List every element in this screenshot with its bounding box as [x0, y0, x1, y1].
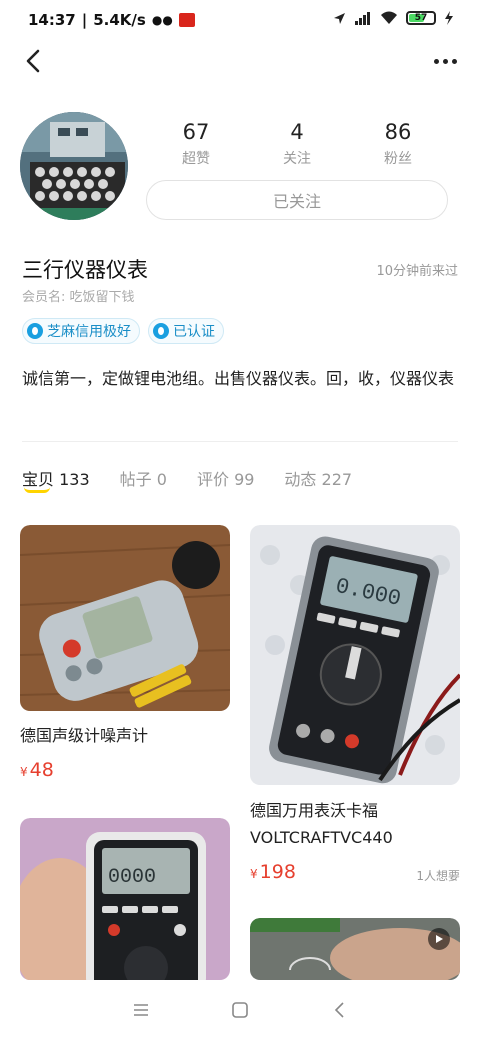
shop-name: 三行仪器仪表	[22, 258, 148, 282]
stat-likes[interactable]: 67 超赞	[146, 120, 246, 168]
chevron-left-icon	[26, 49, 40, 73]
status-net-speed: 5.4K/s	[93, 11, 146, 29]
wants-count: 1人想要	[416, 869, 460, 883]
item-image	[250, 918, 460, 980]
menu-icon	[134, 1004, 148, 1016]
location-icon	[334, 12, 345, 24]
tab-activity[interactable]: 动态 227	[284, 466, 352, 490]
last-visit-text: 10分钟前来过	[376, 264, 458, 279]
tab-bar: 宝贝 133 帖子 0 评价 99 动态 227	[22, 466, 352, 490]
stat-label: 关注	[283, 151, 311, 167]
avatar[interactable]	[20, 112, 128, 220]
system-nav-bar	[0, 980, 480, 1039]
home-square-icon	[232, 1002, 248, 1018]
stat-following[interactable]: 4 关注	[247, 120, 347, 168]
stat-value: 4	[290, 120, 304, 144]
item-card-video[interactable]	[250, 918, 460, 980]
follow-button[interactable]: 已关注	[146, 180, 448, 220]
more-button[interactable]	[430, 46, 460, 76]
more-dots-icon	[433, 58, 439, 64]
tab-posts[interactable]: 帖子 0	[120, 466, 167, 490]
stat-label: 粉丝	[384, 151, 412, 167]
item-image: 0.000	[250, 525, 460, 785]
item-image	[20, 525, 230, 711]
charging-icon	[445, 11, 453, 25]
battery-icon: 57	[406, 11, 436, 25]
item-title: 德国声级计噪声计	[20, 726, 149, 745]
stat-value: 67	[182, 120, 210, 144]
badges: 芝麻信用极好 已认证	[22, 318, 224, 344]
profile-stats: 67 超赞 4 关注 86 粉丝	[146, 120, 448, 168]
top-nav	[0, 40, 480, 84]
status-bar: 14:37 | 5.4K/s ●● 57	[0, 0, 480, 40]
status-time: 14:37	[28, 11, 76, 29]
system-back-button[interactable]	[330, 1000, 350, 1020]
home-button[interactable]	[230, 1000, 250, 1020]
wechat-icon: ●●	[151, 13, 173, 27]
stat-followers[interactable]: 86 粉丝	[348, 120, 448, 168]
item-card-multimeter-vc440[interactable]: 0.000 德国万用表沃卡福VOLTCRAFTVC440 ¥198 1人想要	[250, 525, 460, 883]
battery-level: 57	[414, 13, 428, 23]
verified-icon	[153, 323, 169, 339]
badge-label: 芝麻信用极好	[47, 324, 131, 340]
member-name: 会员名: 吃饭留下钱	[22, 290, 135, 305]
active-tab-indicator	[24, 487, 50, 493]
svg-text:0000: 0000	[108, 866, 156, 889]
app-notification-icon	[178, 13, 195, 27]
signal-icon	[355, 11, 370, 25]
back-triangle-icon	[334, 1002, 344, 1018]
sesame-credit-icon	[27, 323, 43, 339]
avatar-image	[20, 112, 128, 220]
divider	[22, 441, 458, 442]
item-price: ¥198 1人想要	[250, 861, 460, 883]
item-card-multimeter-2[interactable]: 0000	[20, 818, 230, 980]
menu-button[interactable]	[131, 1000, 151, 1020]
wifi-icon	[381, 11, 397, 24]
shop-description: 诚信第一，定做锂电池组。出售仪器仪表。回，收，仪器仪表	[22, 369, 455, 388]
badge-verified[interactable]: 已认证	[148, 318, 224, 344]
back-button[interactable]	[20, 46, 50, 76]
item-image: 0000	[20, 818, 230, 980]
stat-label: 超赞	[182, 151, 210, 167]
badge-sesame-credit[interactable]: 芝麻信用极好	[22, 318, 140, 344]
badge-label: 已认证	[173, 324, 215, 340]
play-video-icon	[428, 928, 450, 950]
tab-reviews[interactable]: 评价 99	[197, 466, 254, 490]
item-title: 德国万用表沃卡福VOLTCRAFTVC440	[250, 801, 393, 847]
item-price: ¥48	[20, 759, 54, 781]
item-card-sound-meter[interactable]: 德国声级计噪声计 ¥48	[20, 525, 230, 781]
stat-value: 86	[384, 120, 412, 144]
